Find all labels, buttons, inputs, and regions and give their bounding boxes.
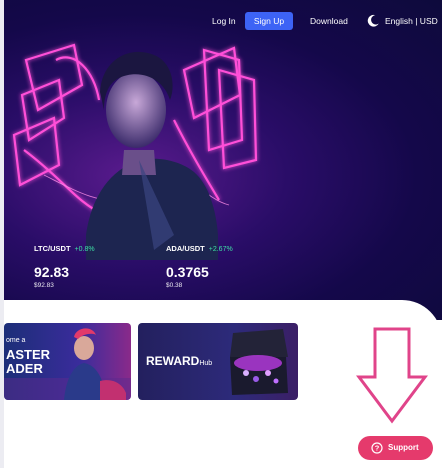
- ticker-pair: ADA/USDT: [166, 244, 205, 253]
- card1-line2: ASTER: [6, 347, 51, 362]
- down-arrow-icon: [356, 327, 428, 424]
- card1-line1: ome a: [6, 337, 26, 344]
- svg-text:?: ?: [375, 444, 380, 453]
- ticker-price: 0.3765: [166, 264, 209, 280]
- question-icon: ?: [371, 442, 383, 454]
- language-currency-selector[interactable]: English | USD: [385, 12, 438, 30]
- hero-banner: Log In Sign Up Download English | USD LT…: [4, 0, 442, 320]
- moon-icon[interactable]: [366, 14, 380, 28]
- signup-button[interactable]: Sign Up: [245, 12, 293, 30]
- card2-title: REWARDHub: [146, 354, 212, 368]
- ticker-pair: LTC/USDT: [34, 244, 71, 253]
- login-link[interactable]: Log In: [212, 12, 236, 30]
- card2-title-main: REWARD: [146, 354, 200, 368]
- ticker-ltc[interactable]: LTC/USDT +0.8% 92.83 $92.83: [34, 238, 95, 289]
- ticker-change: +2.67%: [208, 246, 233, 253]
- card2-title-sub: Hub: [199, 360, 213, 367]
- card1-line3: ADER: [6, 361, 43, 376]
- download-link[interactable]: Download: [310, 12, 348, 30]
- ticker-ada[interactable]: ADA/USDT +2.67% 0.3765 $0.38: [166, 238, 233, 289]
- ticker-usd-price: $92.83: [34, 282, 54, 289]
- ticker-usd-price: $0.38: [166, 282, 183, 289]
- ticker-price: 92.83: [34, 264, 70, 280]
- top-nav: Log In Sign Up Download English | USD: [4, 12, 442, 32]
- promo-card-master-trader[interactable]: ome a ASTER ADER: [4, 323, 131, 400]
- support-label: Support: [388, 443, 419, 452]
- ticker-change: +0.8%: [74, 246, 95, 253]
- promo-card-reward-hub[interactable]: REWARDHub: [138, 323, 298, 400]
- support-button[interactable]: ? Support: [358, 436, 433, 460]
